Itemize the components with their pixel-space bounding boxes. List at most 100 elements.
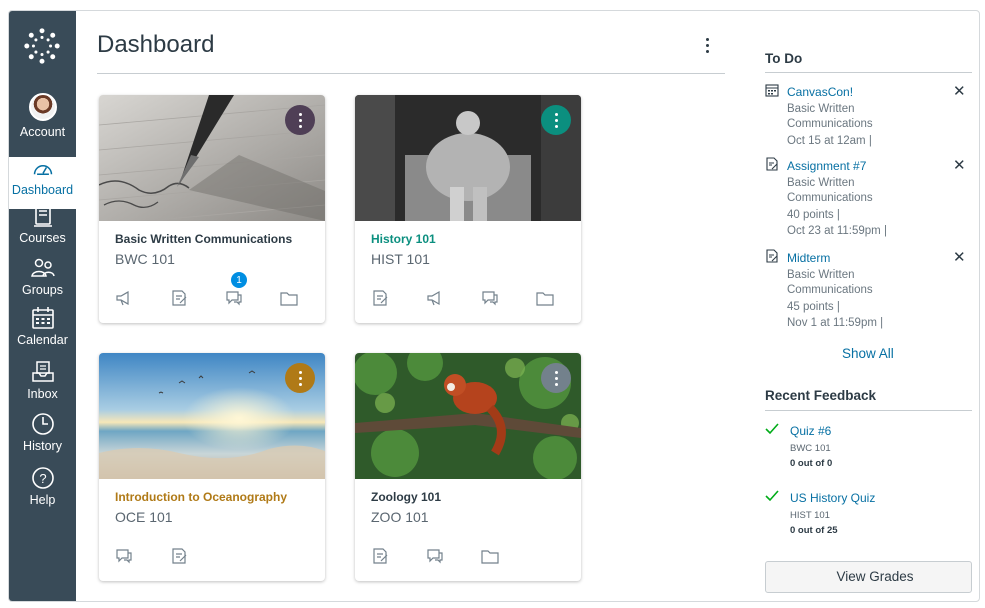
history-icon: [31, 413, 54, 435]
card-action-icons: [371, 289, 554, 307]
divider: [765, 410, 972, 411]
courses-icon: [33, 205, 52, 227]
files-icon[interactable]: [536, 289, 554, 307]
course-name[interactable]: Introduction to Oceanography: [115, 490, 287, 504]
svg-text:?: ?: [39, 471, 46, 486]
discussions-icon[interactable]: [115, 547, 133, 565]
dismiss-close-icon[interactable]: ✕: [953, 156, 966, 174]
inbox-icon: [31, 361, 54, 382]
todo-course: Basic Written: [787, 269, 855, 281]
nav-label: Courses: [19, 231, 66, 245]
course-card-zoo[interactable]: Zoology 101 ZOO 101: [355, 353, 581, 581]
announcements-icon[interactable]: [426, 289, 444, 307]
nav-label: Groups: [22, 283, 63, 297]
card-action-icons: 1: [115, 272, 298, 307]
card-options-button[interactable]: [541, 105, 571, 135]
card-options-button[interactable]: [285, 363, 315, 393]
avatar: [28, 93, 57, 121]
assignment-icon: [766, 249, 778, 263]
nav-label: Inbox: [27, 387, 58, 401]
todo-link[interactable]: Midterm: [787, 251, 830, 265]
dashboard-options-button[interactable]: [697, 33, 717, 57]
recent-feedback-heading: Recent Feedback: [765, 388, 877, 403]
nav-label: Dashboard: [11, 183, 74, 197]
discussions-icon[interactable]: [426, 547, 444, 565]
divider: [765, 72, 972, 73]
assignment-icon: [766, 157, 778, 171]
dashboard-main: Dashboard Basic Written Communications B…: [97, 11, 727, 601]
nav-label: Help: [29, 493, 56, 507]
announcements-icon[interactable]: [115, 289, 133, 307]
todo-link[interactable]: CanvasCon!: [787, 85, 853, 99]
assignments-icon[interactable]: [371, 547, 389, 565]
unread-badge: 1: [231, 272, 247, 288]
global-nav: Account Dashboard Courses Groups Calenda…: [9, 11, 76, 601]
course-code: OCE 101: [115, 509, 173, 525]
feedback-link[interactable]: Quiz #6: [790, 424, 831, 438]
card-action-icons: [371, 547, 499, 565]
nav-label: History: [23, 439, 62, 453]
assignments-icon[interactable]: [170, 289, 188, 307]
canvas-logo-icon[interactable]: [23, 27, 61, 65]
dashboard-icon: [33, 165, 52, 175]
app-window: Account Dashboard Courses Groups Calenda…: [8, 10, 980, 602]
card-options-button[interactable]: [285, 105, 315, 135]
course-code: BWC 101: [115, 251, 175, 267]
check-icon: [765, 423, 779, 435]
show-all-link[interactable]: Show All: [842, 346, 894, 361]
help-icon: ?: [31, 467, 54, 489]
nav-help[interactable]: ? Help: [9, 465, 76, 517]
card-options-button[interactable]: [541, 363, 571, 393]
course-card-bwc[interactable]: Basic Written Communications BWC 101 1: [99, 95, 325, 323]
dismiss-close-icon[interactable]: ✕: [953, 248, 966, 266]
todo-course: Basic Written: [787, 177, 855, 189]
todo-meta: 40 points |: [787, 209, 840, 221]
dismiss-close-icon[interactable]: ✕: [953, 82, 966, 100]
nav-inbox[interactable]: Inbox: [9, 359, 76, 411]
course-name[interactable]: Zoology 101: [371, 490, 441, 504]
check-icon: [765, 490, 779, 502]
nav-courses[interactable]: Courses: [9, 203, 76, 255]
todo-link[interactable]: Assignment #7: [787, 159, 866, 173]
groups-icon: [30, 258, 55, 277]
discussions-icon[interactable]: [481, 289, 499, 307]
feedback-link[interactable]: US History Quiz: [790, 491, 875, 505]
todo-meta: Oct 15 at 12am |: [787, 135, 872, 147]
course-card-oce[interactable]: Introduction to Oceanography OCE 101: [99, 353, 325, 581]
discussions-button[interactable]: 1: [225, 272, 247, 307]
assignments-icon[interactable]: [170, 547, 188, 565]
right-sidebar: To Do CanvasCon! ✕ Basic Written Communi…: [765, 11, 973, 601]
feedback-score: 0 out of 25: [790, 525, 838, 536]
assignments-icon[interactable]: [371, 289, 389, 307]
course-name[interactable]: Basic Written Communications: [115, 232, 292, 246]
todo-course: Communications: [787, 284, 873, 296]
card-action-icons: [115, 547, 188, 565]
todo-heading: To Do: [765, 51, 803, 66]
calendar-event-icon: [765, 84, 779, 97]
nav-calendar[interactable]: Calendar: [9, 305, 76, 357]
view-grades-button[interactable]: View Grades: [765, 561, 972, 593]
nav-label: Calendar: [17, 333, 68, 347]
course-code: HIST 101: [371, 251, 430, 267]
todo-meta: Nov 1 at 11:59pm |: [787, 317, 884, 329]
todo-meta: 45 points |: [787, 301, 840, 313]
nav-dashboard[interactable]: Dashboard: [9, 157, 76, 209]
files-icon[interactable]: [280, 289, 298, 307]
course-code: ZOO 101: [371, 509, 429, 525]
nav-account[interactable]: Account: [9, 93, 76, 145]
calendar-icon: [31, 307, 54, 329]
todo-course: Basic Written: [787, 103, 855, 115]
todo-meta: Oct 23 at 11:59pm |: [787, 225, 887, 237]
feedback-course: HIST 101: [790, 510, 830, 521]
nav-history[interactable]: History: [9, 411, 76, 463]
files-icon[interactable]: [481, 547, 499, 565]
feedback-score: 0 out of 0: [790, 458, 833, 469]
course-name[interactable]: History 101: [371, 232, 436, 246]
course-card-hist[interactable]: History 101 HIST 101: [355, 95, 581, 323]
nav-groups[interactable]: Groups: [9, 255, 76, 307]
page-title: Dashboard: [97, 31, 215, 58]
divider: [97, 73, 725, 74]
nav-label: Account: [19, 125, 66, 139]
todo-course: Communications: [787, 192, 873, 204]
feedback-course: BWC 101: [790, 443, 831, 454]
